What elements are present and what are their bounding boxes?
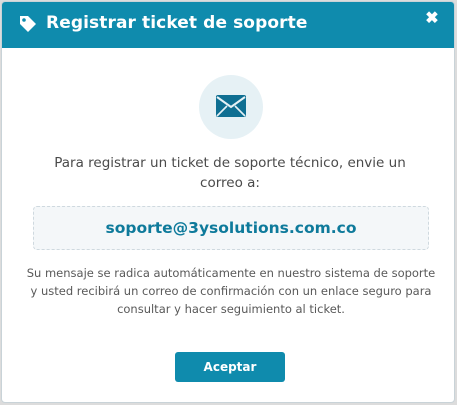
mail-icon-circle — [199, 75, 263, 139]
modal-header: Registrar ticket de soporte ✖ — [2, 2, 454, 48]
tag-icon — [18, 14, 38, 34]
envelope-icon — [216, 95, 246, 117]
support-ticket-modal: Registrar ticket de soporte ✖ Para regis… — [1, 1, 455, 403]
accept-button[interactable]: Aceptar — [175, 352, 285, 382]
intro-text: Para registrar un ticket de soporte técn… — [54, 155, 406, 191]
email-box: soporte@3ysolutions.com.co — [33, 206, 429, 250]
close-button[interactable]: ✖ — [424, 10, 440, 28]
support-email-link[interactable]: soporte@3ysolutions.com.co — [34, 207, 428, 249]
info-text: Su mensaje se radica automáticamente en … — [26, 266, 436, 316]
modal-title: Registrar ticket de soporte — [46, 13, 308, 33]
